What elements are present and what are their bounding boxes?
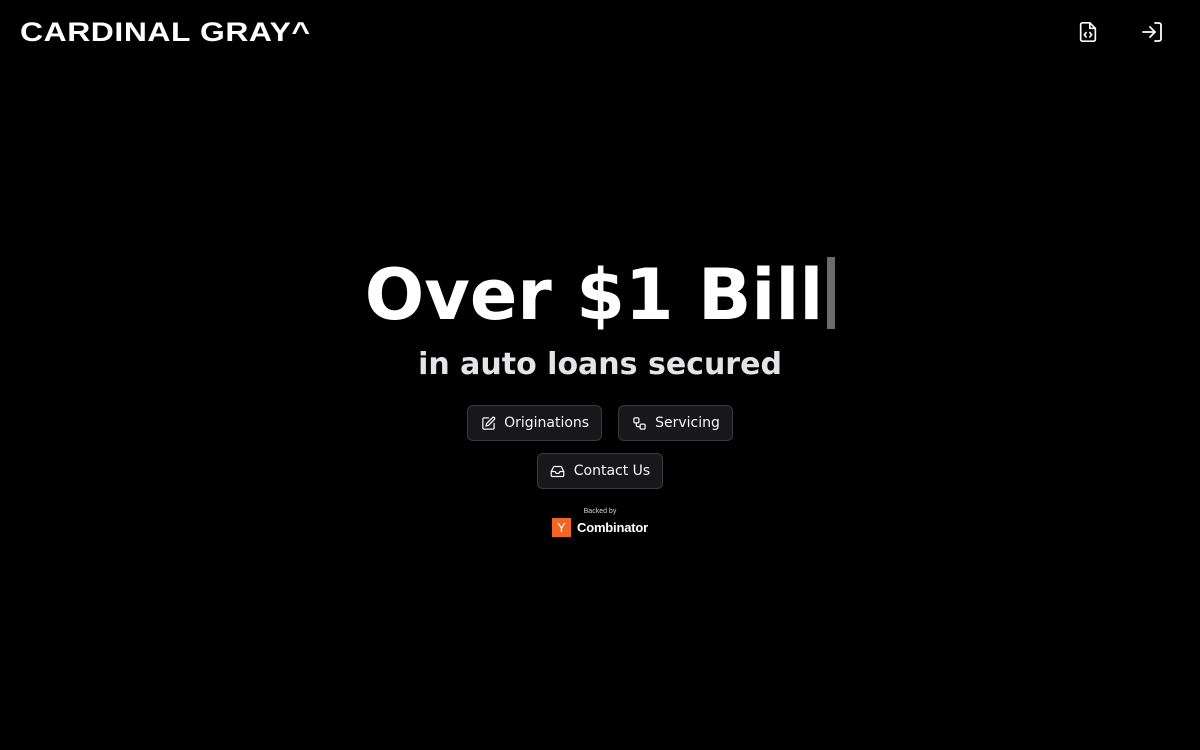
- workflow-icon: [631, 415, 647, 431]
- headline-text: Over $1 Bill: [364, 254, 824, 336]
- brand-logo[interactable]: CARDINAL GRAY^: [20, 15, 311, 49]
- pencil-square-icon: [480, 415, 496, 431]
- hero-section: Over $1 Bill in auto loans secured Origi…: [0, 250, 1200, 537]
- yc-badge[interactable]: Backed by Y Combinator: [552, 507, 648, 537]
- yc-name: Combinator: [577, 520, 648, 535]
- backed-by-label: Backed by: [583, 508, 617, 515]
- yc-y-icon: Y: [552, 518, 572, 537]
- servicing-button[interactable]: Servicing: [618, 405, 733, 441]
- log-in-icon[interactable]: [1139, 19, 1165, 45]
- primary-actions: Originations Servicing: [0, 405, 1200, 441]
- site-header: CARDINAL GRAY^: [0, 0, 1200, 64]
- originations-label: Originations: [504, 415, 590, 431]
- typing-cursor: [827, 257, 836, 329]
- servicing-label: Servicing: [655, 415, 720, 431]
- contact-us-button[interactable]: Contact Us: [536, 453, 664, 489]
- contact-us-label: Contact Us: [573, 463, 651, 479]
- yc-logo: Y Combinator: [552, 518, 648, 537]
- inbox-icon: [550, 463, 566, 479]
- landing-page: CARDINAL GRAY^ Over $1 Bill in auto loan…: [0, 0, 1200, 750]
- originations-button[interactable]: Originations: [467, 405, 603, 441]
- hero-headline: Over $1 Bill: [365, 250, 836, 340]
- hero-subhead: in auto loans secured: [418, 347, 782, 382]
- secondary-actions: Contact Us: [0, 453, 1200, 489]
- file-code-icon[interactable]: [1075, 19, 1101, 45]
